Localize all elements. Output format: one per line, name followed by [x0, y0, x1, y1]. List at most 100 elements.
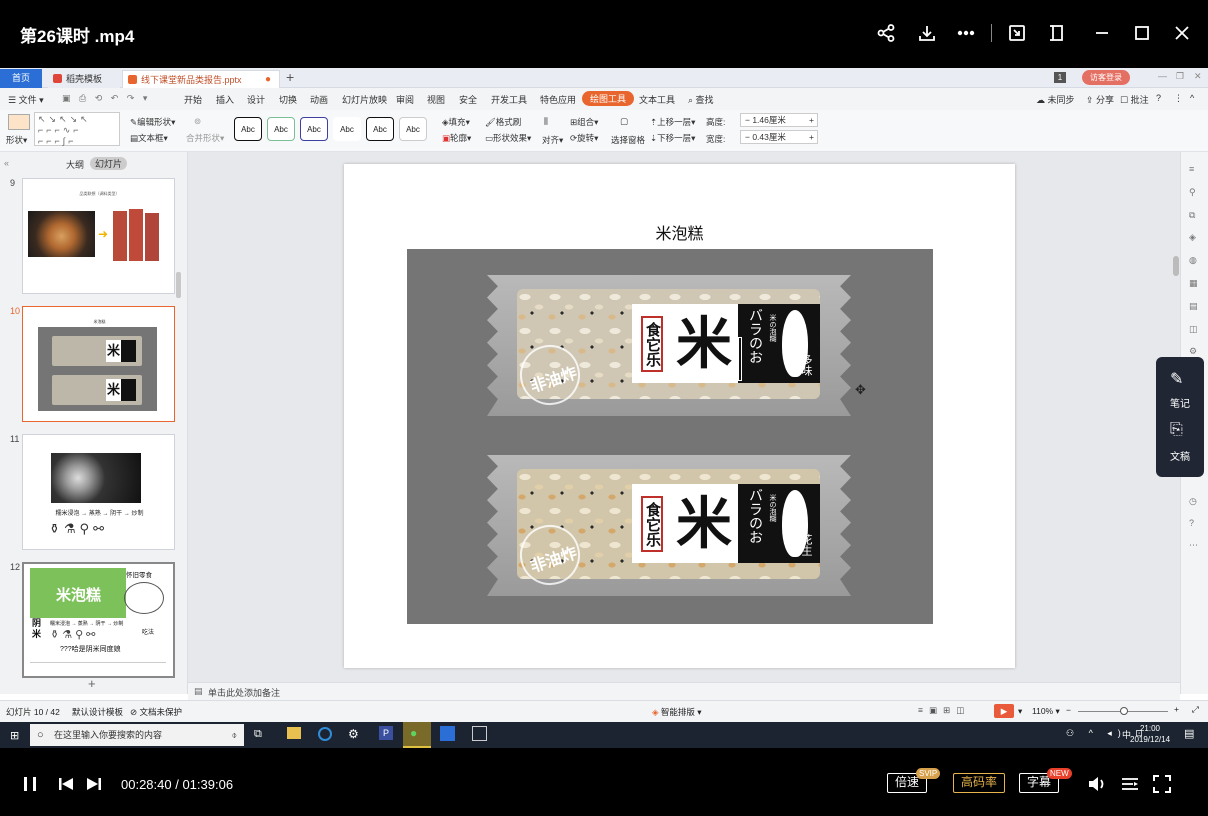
app-close-icon[interactable]: ✕	[1194, 71, 1202, 82]
notification-icon[interactable]: ▤	[1184, 727, 1194, 740]
view-mode-icons[interactable]: ≡▣⊞◫	[918, 705, 970, 716]
fill-button[interactable]: ◈填充▾	[442, 116, 470, 128]
tab-document[interactable]: 线下课堂新品类报告.pptx ●	[122, 70, 280, 88]
notes-placeholder[interactable]: 单击此处添加备注	[208, 686, 280, 699]
menu-insert[interactable]: 插入	[216, 93, 234, 106]
menu-review[interactable]: 审阅	[396, 93, 414, 106]
edit-shape-button[interactable]: ✎编辑形状▾	[130, 116, 175, 128]
shape-effect-button[interactable]: ▭形状效果▾	[485, 132, 531, 144]
tab-template[interactable]: 稻壳模板	[48, 70, 120, 88]
style-abc-5[interactable]: Abc	[366, 117, 394, 141]
more-options-icon[interactable]: ⋮	[1174, 93, 1183, 104]
draft-label[interactable]: 文稿	[1170, 448, 1190, 463]
login-button[interactable]: 访客登录	[1082, 70, 1130, 85]
group-button[interactable]: ⊞组合▾	[570, 116, 598, 128]
download-icon[interactable]	[914, 20, 940, 46]
selection-pane-button[interactable]: 选择窗格	[611, 134, 645, 146]
side-tool-icons[interactable]: ≡ ⚲ ⧉ ◈ ◍ ▦ ▤ ◫ ⚙	[1189, 158, 1198, 363]
pin-window-icon[interactable]	[1044, 20, 1070, 46]
window-count-icon[interactable]: 1	[1054, 72, 1066, 83]
menu-slideshow[interactable]: 幻灯片放映	[342, 93, 387, 106]
task-view-icon[interactable]: ⧉	[254, 728, 262, 741]
doc-protect-status[interactable]: ⊘ 文档未保护	[130, 706, 182, 718]
shape-icon[interactable]	[8, 114, 30, 130]
menu-find[interactable]: ⌕ 查找	[688, 93, 714, 106]
minimize-icon[interactable]	[1089, 20, 1115, 46]
outline-tab[interactable]: 大纲	[66, 158, 84, 171]
slide-10[interactable]: 米泡糕 食它乐 米 バラのお 米の泡糊 多味 非油炸 食它乐 米 バラのお 米の…	[344, 164, 1015, 668]
zoom-in-icon[interactable]: +	[1174, 704, 1179, 714]
settings-icon[interactable]: ⚙	[348, 727, 359, 741]
menu-animation[interactable]: 动画	[310, 93, 328, 106]
tab-home[interactable]: 首页	[0, 69, 42, 88]
next-icon[interactable]	[84, 774, 104, 794]
slide-thumbnail-11[interactable]: 糯米浸泡 → 蒸熟 → 阴干 → 炒制 ⚱⚗⚲⚯	[22, 434, 175, 550]
format-painter-button[interactable]: 🖌格式刷	[485, 116, 521, 128]
slide-thumbnail-10[interactable]: 米泡糕 米 米	[22, 306, 175, 422]
app-minimize-icon[interactable]: —	[1158, 71, 1167, 81]
bring-forward-button[interactable]: ⇡上移一层▾	[650, 116, 695, 128]
panel-scrollbar[interactable]	[176, 272, 181, 298]
outline-button[interactable]: ▣轮廓▾	[442, 132, 471, 144]
menu-features[interactable]: 特色应用	[540, 93, 576, 106]
app-restore-icon[interactable]: ❐	[1176, 71, 1184, 82]
menu-developer[interactable]: 开发工具	[491, 93, 527, 106]
share-button[interactable]: ⇪ 分享	[1086, 93, 1114, 106]
shape-button[interactable]: 形状▾	[6, 134, 27, 146]
menu-transition[interactable]: 切换	[279, 93, 297, 106]
system-clock[interactable]: 21:00 2019/12/14	[1130, 723, 1170, 745]
slideshow-dropdown-icon[interactable]: ▾	[1018, 706, 1022, 717]
picture-in-picture-icon[interactable]	[1004, 20, 1030, 46]
notes-label[interactable]: 笔记	[1170, 395, 1190, 410]
notes-bar[interactable]: ▤ 单击此处添加备注	[188, 682, 1180, 700]
style-abc-1[interactable]: Abc	[234, 117, 262, 141]
volume-icon[interactable]	[1086, 774, 1108, 794]
help-icon[interactable]: ?	[1156, 93, 1161, 103]
merge-shape-button[interactable]: 合并形状▾	[186, 132, 224, 144]
menu-file[interactable]: ☰ 文件 ▾	[8, 93, 44, 106]
photos-icon[interactable]	[472, 726, 487, 741]
add-slide-icon[interactable]: +	[88, 676, 96, 691]
zoom-slider-thumb[interactable]	[1120, 707, 1128, 715]
menu-text-tools[interactable]: 文本工具	[639, 93, 675, 106]
send-backward-button[interactable]: ⇣下移一层▾	[650, 132, 695, 144]
align-button[interactable]: 对齐▾	[542, 134, 563, 146]
shape-gallery[interactable]: ↖↘↖↘↖ ⌐⌐⌐∿⌐ ⌐⌐⌐∫⌐	[34, 112, 120, 146]
canvas-scrollbar[interactable]	[1173, 256, 1179, 276]
slide-thumbnail-9[interactable]: 品类联想（调料类型） ➜	[22, 178, 175, 294]
playlist-icon[interactable]	[1120, 774, 1140, 794]
windows-start-icon[interactable]: ⊞	[10, 729, 19, 742]
pause-icon[interactable]	[20, 774, 40, 794]
file-explorer-icon[interactable]	[287, 727, 301, 739]
collapse-panel-icon[interactable]: «	[4, 158, 9, 168]
product-photo[interactable]: 食它乐 米 バラのお 米の泡糊 多味 非油炸 食它乐 米 バラのお 米の泡糊 花…	[407, 249, 933, 624]
height-field[interactable]: − 1.46厘米 +	[740, 113, 818, 127]
previous-icon[interactable]	[56, 774, 76, 794]
template-name[interactable]: 默认设计模板	[72, 706, 123, 718]
collapse-ribbon-icon[interactable]: ^	[1190, 93, 1194, 103]
fullscreen-icon[interactable]	[1152, 774, 1172, 794]
zoom-out-icon[interactable]: −	[1066, 705, 1071, 715]
taskbar-search-box[interactable]: ○ 在这里输入你要搜索的内容 ⌽	[30, 724, 244, 746]
width-field[interactable]: − 0.43厘米 +	[740, 130, 818, 144]
slide-title[interactable]: 米泡糕	[344, 220, 1015, 244]
share-icon[interactable]	[873, 20, 899, 46]
microphone-icon[interactable]: ⌽	[232, 724, 237, 746]
style-abc-3[interactable]: Abc	[300, 117, 328, 141]
slide-thumbnail-12[interactable]: 米泡糕 怀旧零食 阴米 糯米浸泡 → 蒸熟 → 阴干 → 炒制 ⚱⚗⚲⚯ ???…	[22, 562, 175, 678]
play-slideshow-icon[interactable]: ▶	[994, 704, 1014, 718]
slides-tab[interactable]: 幻灯片	[90, 157, 128, 170]
close-icon[interactable]	[1169, 20, 1195, 46]
sync-status[interactable]: ☁ 未同步	[1036, 93, 1075, 106]
smart-layout-button[interactable]: ◈ 智能排版 ▾	[652, 706, 702, 718]
style-abc-4[interactable]: Abc	[333, 117, 361, 141]
menu-security[interactable]: 安全	[459, 93, 477, 106]
menu-home[interactable]: 开始	[184, 93, 202, 106]
menu-design[interactable]: 设计	[247, 93, 265, 106]
wechat-taskbar-button[interactable]: ●	[403, 722, 431, 748]
fit-window-icon[interactable]: ⤢	[1192, 704, 1199, 715]
app-p-icon[interactable]: P	[379, 726, 393, 740]
menu-drawing-tools[interactable]: 绘图工具	[582, 91, 635, 106]
quick-access-icons[interactable]: ▣ ⎙ ⟲ ↶ ↷ ▾	[62, 93, 150, 104]
maximize-icon[interactable]	[1129, 20, 1155, 46]
